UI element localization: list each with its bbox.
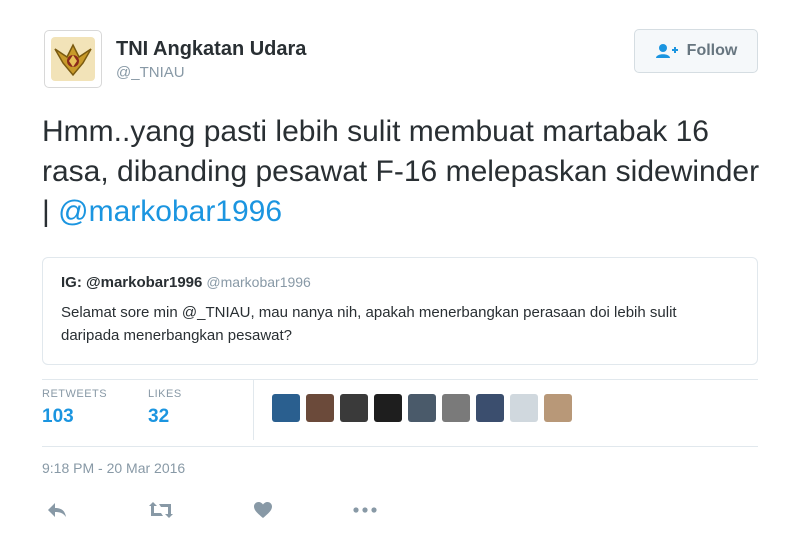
user-handle[interactable]: @_TNIAU (116, 64, 185, 81)
liker-avatar[interactable] (442, 394, 470, 422)
retweets-count: 103 (42, 406, 74, 427)
retweet-button[interactable] (146, 498, 176, 522)
liker-avatar[interactable] (476, 394, 504, 422)
avatar[interactable] (44, 30, 102, 88)
like-button[interactable] (248, 498, 278, 522)
liker-avatar[interactable] (408, 394, 436, 422)
liker-avatar[interactable] (374, 394, 402, 422)
like-icon (254, 502, 272, 518)
user-name[interactable]: TNI Angkatan Udara (116, 38, 306, 61)
quoted-tweet-name: IG: @markobar1996 (61, 274, 203, 291)
more-icon (353, 507, 377, 513)
retweets-label: RETWEETS (42, 388, 108, 400)
liker-avatar[interactable] (544, 394, 572, 422)
reply-button[interactable] (42, 498, 72, 522)
follow-button[interactable]: Follow (634, 29, 758, 73)
follow-label: Follow (686, 42, 738, 59)
tweet-text: Hmm..yang pasti lebih sulit membuat mart… (42, 112, 762, 232)
liker-avatar[interactable] (510, 394, 538, 422)
quoted-tweet-text: Selamat sore min @_TNIAU, mau nanya nih,… (61, 304, 677, 344)
follow-person-icon (655, 44, 678, 58)
likes-label: LIKES (148, 388, 182, 400)
quoted-tweet[interactable]: IG: @markobar1996 @markobar1996 Selamat s… (42, 257, 758, 365)
liker-avatar[interactable] (272, 394, 300, 422)
quoted-tweet-handle: @markobar1996 (206, 274, 311, 290)
tweet-timestamp[interactable]: 9:18 PM - 20 Mar 2016 (42, 460, 185, 476)
air-force-emblem-icon (51, 37, 95, 81)
stats-divider (253, 380, 254, 440)
likes-stat[interactable]: LIKES 32 (148, 388, 182, 428)
stats-bottom-divider (42, 446, 758, 447)
tweet-mention-link[interactable]: @markobar1996 (58, 195, 282, 228)
more-button[interactable] (350, 498, 380, 522)
retweet-icon (149, 502, 173, 518)
likes-count: 32 (148, 406, 170, 427)
stats-top-divider (42, 379, 758, 380)
liker-avatar[interactable] (306, 394, 334, 422)
reply-icon (48, 503, 66, 517)
liker-avatar[interactable] (340, 394, 368, 422)
retweets-stat[interactable]: RETWEETS 103 (42, 388, 107, 428)
quoted-tweet-header: IG: @markobar1996 @markobar1996 (61, 274, 739, 292)
